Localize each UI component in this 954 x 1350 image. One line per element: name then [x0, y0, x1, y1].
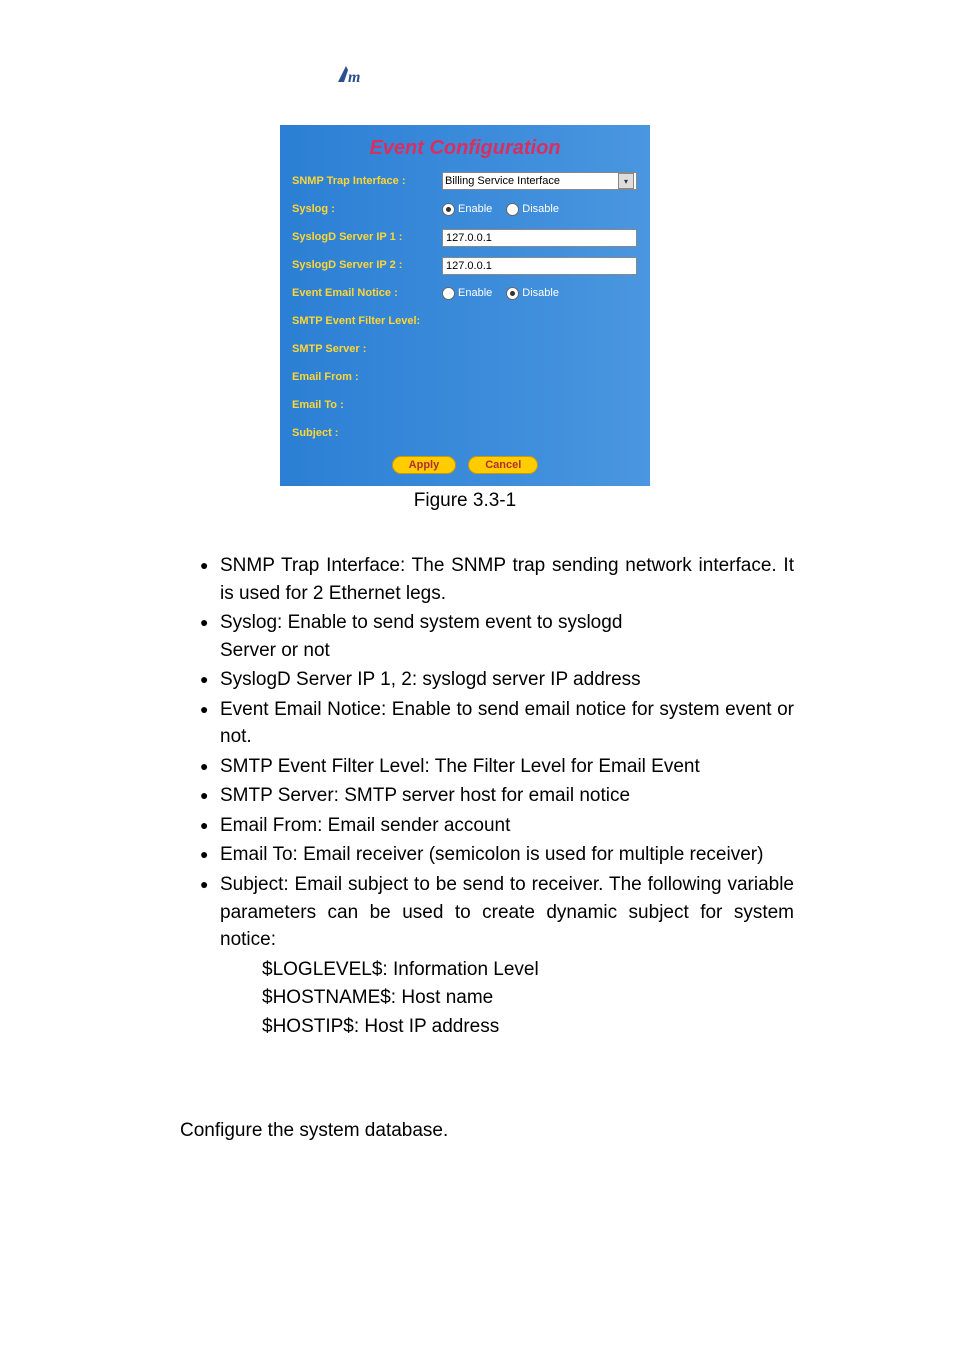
select-value: Billing Service Interface	[445, 175, 560, 187]
sub-item: $HOSTNAME$: Host name	[262, 984, 794, 1012]
list-item: SMTP Server: SMTP server host for email …	[200, 782, 794, 810]
sub-item: $HOSTIP$: Host IP address	[262, 1013, 794, 1041]
sub-item: $LOGLEVEL$: Information Level	[262, 956, 794, 984]
radio-icon	[506, 203, 519, 216]
radio-icon	[442, 203, 455, 216]
event-config-panel: Event Configuration SNMP Trap Interface …	[280, 125, 650, 486]
syslogd-server-ip2-label: SyslogD Server IP 2 :	[292, 259, 442, 271]
radio-icon	[442, 287, 455, 300]
syslog-label: Syslog :	[292, 203, 442, 215]
event-email-radio-group: Enable Disable	[442, 287, 638, 300]
email-from-label: Email From :	[292, 371, 442, 383]
list-item: SNMP Trap Interface: The SNMP trap sendi…	[200, 552, 794, 607]
radio-label: Disable	[522, 287, 559, 299]
syslog-disable-radio[interactable]: Disable	[506, 203, 559, 216]
syslogd-server-ip1-label: SyslogD Server IP 1 :	[292, 231, 442, 243]
radio-label: Enable	[458, 287, 492, 299]
syslogd-server-ip2-input[interactable]	[442, 257, 637, 275]
list-item: Syslog: Enable to send system event to s…	[200, 609, 794, 664]
panel-title: Event Configuration	[292, 137, 638, 160]
event-email-notice-label: Event Email Notice :	[292, 287, 442, 299]
list-item: Email To: Email receiver (semicolon is u…	[200, 841, 794, 869]
list-item: SyslogD Server IP 1, 2: syslogd server I…	[200, 666, 794, 694]
snmp-trap-interface-label: SNMP Trap Interface :	[292, 175, 442, 187]
email-to-label: Email To :	[292, 399, 442, 411]
list-item: Subject: Email subject to be send to rec…	[200, 871, 794, 954]
figure-caption: Figure 3.3-1	[280, 490, 650, 512]
radio-label: Enable	[458, 203, 492, 215]
after-text: Configure the system database.	[180, 1120, 794, 1142]
event-email-disable-radio[interactable]: Disable	[506, 287, 559, 300]
subject-label: Subject :	[292, 427, 442, 439]
radio-icon	[506, 287, 519, 300]
description-block: SNMP Trap Interface: The SNMP trap sendi…	[180, 552, 794, 1040]
svg-text:m: m	[348, 69, 360, 86]
syslogd-server-ip1-input[interactable]	[442, 229, 637, 247]
syslog-radio-group: Enable Disable	[442, 203, 638, 216]
cancel-button[interactable]: Cancel	[468, 456, 538, 474]
event-email-enable-radio[interactable]: Enable	[442, 287, 492, 300]
syslog-enable-radio[interactable]: Enable	[442, 203, 492, 216]
list-item: Email From: Email sender account	[200, 812, 794, 840]
snmp-trap-interface-select[interactable]: Billing Service Interface ▾	[442, 172, 637, 190]
list-item: SMTP Event Filter Level: The Filter Leve…	[200, 753, 794, 781]
radio-label: Disable	[522, 203, 559, 215]
smtp-event-filter-label: SMTP Event Filter Level:	[292, 315, 442, 327]
apply-button[interactable]: Apply	[392, 456, 457, 474]
brand-logo: m	[330, 60, 794, 95]
chevron-down-icon: ▾	[618, 173, 634, 189]
list-item: Event Email Notice: Enable to send email…	[200, 696, 794, 751]
smtp-server-label: SMTP Server :	[292, 343, 442, 355]
